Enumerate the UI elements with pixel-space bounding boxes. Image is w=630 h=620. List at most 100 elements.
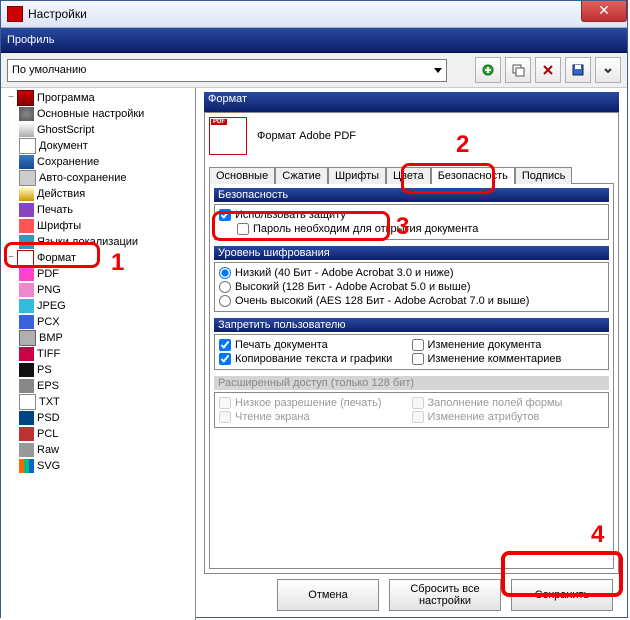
tree-format-item[interactable]: PCX bbox=[1, 314, 195, 330]
main-panel: Формат Формат Adobe PDF Основные Сжатие … bbox=[196, 88, 627, 620]
save-button[interactable]: Сохранить bbox=[511, 579, 613, 611]
reset-button[interactable]: Сбросить все настройки bbox=[389, 579, 501, 611]
enc-high-radio[interactable]: Высокий (128 Бит - Adobe Acrobat 5.0 и в… bbox=[219, 280, 604, 294]
tree-format-item[interactable]: SVG bbox=[1, 458, 195, 474]
tree-format-item[interactable]: PDF bbox=[1, 266, 195, 282]
format-desc: Формат Adobe PDF bbox=[257, 130, 356, 142]
tab-compression[interactable]: Сжатие bbox=[275, 167, 328, 184]
tab-signature[interactable]: Подпись bbox=[515, 167, 573, 184]
jpeg-icon bbox=[19, 299, 34, 313]
raw-icon bbox=[19, 443, 34, 457]
lang-icon bbox=[19, 235, 34, 249]
profile-combo-value: По умолчанию bbox=[12, 64, 86, 76]
ext-screen-checkbox: Чтение экрана bbox=[219, 410, 412, 424]
autosave-icon bbox=[19, 170, 36, 186]
pdf-large-icon bbox=[209, 117, 247, 155]
annotation-3: 3 bbox=[396, 213, 409, 241]
tree-format-item[interactable]: PCL bbox=[1, 426, 195, 442]
tree-item[interactable]: Действия bbox=[1, 186, 195, 202]
tab-basic[interactable]: Основные bbox=[209, 167, 275, 184]
eps-icon bbox=[19, 379, 34, 393]
pcl-icon bbox=[19, 427, 34, 441]
annotation-2: 2 bbox=[456, 131, 469, 159]
use-protection-input[interactable] bbox=[219, 209, 231, 221]
password-required-input[interactable] bbox=[237, 223, 249, 235]
tree-format-item[interactable]: Raw bbox=[1, 442, 195, 458]
save-profile-button[interactable] bbox=[565, 57, 591, 83]
png-icon bbox=[19, 283, 34, 297]
close-button[interactable]: ✕ bbox=[581, 1, 627, 22]
tree-format-item[interactable]: BMP bbox=[1, 330, 195, 346]
ext-lowres-checkbox: Низкое разрешение (печать) bbox=[219, 396, 412, 410]
titlebar: Настройки ✕ bbox=[1, 1, 627, 28]
doc-icon bbox=[19, 138, 36, 154]
tiff-icon bbox=[19, 347, 34, 361]
tree-format-item[interactable]: TIFF bbox=[1, 346, 195, 362]
tab-panel-security: Безопасность Использовать защиту Пароль … bbox=[209, 183, 614, 569]
pcx-icon bbox=[19, 315, 34, 329]
psd-icon bbox=[19, 411, 34, 425]
deny-print-checkbox[interactable]: Печать документа bbox=[219, 338, 412, 352]
print-icon bbox=[19, 203, 34, 217]
bmp-icon bbox=[19, 330, 36, 346]
tree-format-item[interactable]: EPS bbox=[1, 378, 195, 394]
svg-icon bbox=[19, 459, 34, 473]
enc-vhigh-radio[interactable]: Очень высокий (AES 128 Бит - Adobe Acrob… bbox=[219, 294, 604, 308]
ext-attr-checkbox: Изменение атрибутов bbox=[412, 410, 605, 424]
tree-format-item[interactable]: PSD bbox=[1, 410, 195, 426]
tree-item[interactable]: GhostScript bbox=[1, 122, 195, 138]
more-button[interactable] bbox=[595, 57, 621, 83]
tree-item[interactable]: Языки локализации bbox=[1, 234, 195, 250]
format-header: Формат bbox=[204, 92, 619, 112]
tree-item[interactable]: Сохранение bbox=[1, 154, 195, 170]
encryption-group: Низкий (40 Бит - Adobe Acrobat 3.0 и ниж… bbox=[214, 262, 609, 312]
tabs: Основные Сжатие Шрифты Цвета Безопасност… bbox=[209, 161, 614, 183]
copy-profile-button[interactable] bbox=[505, 57, 531, 83]
tree-item[interactable]: Авто-сохранение bbox=[1, 170, 195, 186]
tree-root-program[interactable]: −Программа bbox=[1, 90, 195, 106]
ps-icon bbox=[19, 363, 34, 377]
tree-item[interactable]: Печать bbox=[1, 202, 195, 218]
window-title: Настройки bbox=[28, 7, 87, 21]
profile-combo[interactable]: По умолчанию bbox=[7, 59, 447, 82]
format-box: Формат Adobe PDF Основные Сжатие Шрифты … bbox=[204, 112, 619, 574]
ghost-icon bbox=[19, 123, 34, 137]
annotation-4: 4 bbox=[591, 521, 604, 549]
save-icon bbox=[19, 155, 34, 169]
deny-modcom-checkbox[interactable]: Изменение комментариев bbox=[412, 352, 605, 366]
actions-icon bbox=[19, 187, 34, 201]
ext-group-header: Расширенный доступ (только 128 бит) bbox=[214, 376, 609, 390]
program-icon bbox=[17, 90, 34, 106]
tree-item[interactable]: Шрифты bbox=[1, 218, 195, 234]
tree-item[interactable]: Основные настройки bbox=[1, 106, 195, 122]
nav-tree[interactable]: −Программа Основные настройки GhostScrip… bbox=[1, 88, 196, 620]
tab-fonts[interactable]: Шрифты bbox=[328, 167, 386, 184]
ext-form-checkbox: Заполнение полей формы bbox=[412, 396, 605, 410]
encryption-group-header: Уровень шифрования bbox=[214, 246, 609, 260]
tree-format-item[interactable]: PS bbox=[1, 362, 195, 378]
enc-low-radio[interactable]: Низкий (40 Бит - Adobe Acrobat 3.0 и ниж… bbox=[219, 266, 604, 280]
password-required-checkbox[interactable]: Пароль необходим для открытия документа bbox=[219, 222, 604, 236]
deny-moddoc-checkbox[interactable]: Изменение документа bbox=[412, 338, 605, 352]
settings-window: Настройки ✕ Профиль По умолчанию −Програ… bbox=[0, 0, 628, 618]
pdf-icon bbox=[19, 267, 34, 281]
tree-format-item[interactable]: PNG bbox=[1, 282, 195, 298]
tree-item[interactable]: Документ bbox=[1, 138, 195, 154]
txt-icon bbox=[19, 394, 36, 410]
tree-root-format[interactable]: −Формат bbox=[1, 250, 195, 266]
delete-profile-button[interactable] bbox=[535, 57, 561, 83]
add-profile-button[interactable] bbox=[475, 57, 501, 83]
security-group: Использовать защиту Пароль необходим для… bbox=[214, 204, 609, 240]
cancel-button[interactable]: Отмена bbox=[277, 579, 379, 611]
use-protection-checkbox[interactable]: Использовать защиту bbox=[219, 208, 604, 222]
profile-label: Профиль bbox=[7, 34, 55, 46]
format-icon bbox=[17, 250, 34, 266]
deny-group-header: Запретить пользователю bbox=[214, 318, 609, 332]
tree-format-item[interactable]: TXT bbox=[1, 394, 195, 410]
tree-format-item[interactable]: JPEG bbox=[1, 298, 195, 314]
body: −Программа Основные настройки GhostScrip… bbox=[1, 88, 627, 620]
gear-icon bbox=[19, 107, 34, 121]
tab-colors[interactable]: Цвета bbox=[386, 167, 431, 184]
deny-copy-checkbox[interactable]: Копирование текста и графики bbox=[219, 352, 412, 366]
tab-security[interactable]: Безопасность bbox=[431, 167, 515, 184]
